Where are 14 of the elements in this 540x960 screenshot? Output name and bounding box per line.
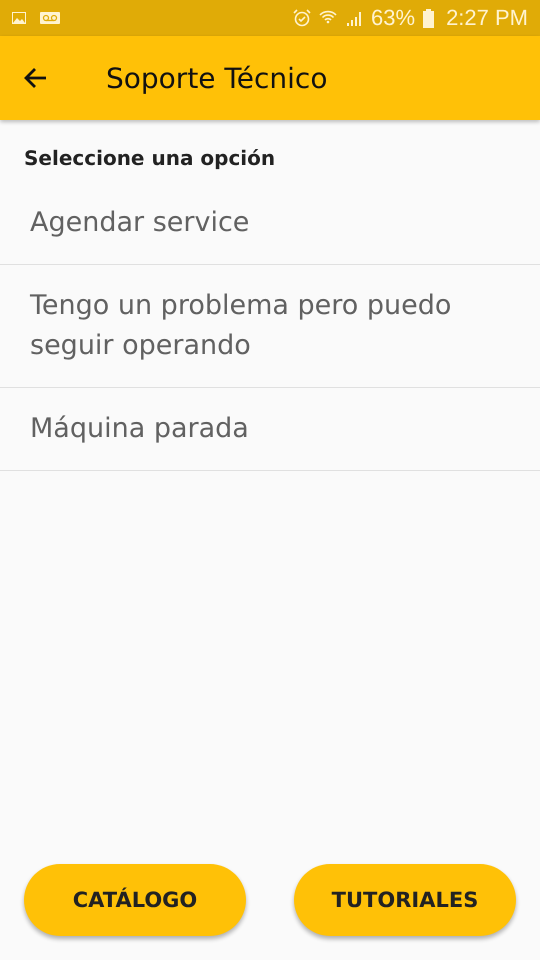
voicemail-icon [40, 12, 60, 24]
screen-title: Soporte Técnico [106, 62, 328, 94]
signal-icon [345, 9, 364, 27]
option-item[interactable]: Agendar service [0, 182, 540, 265]
alarm-icon [293, 9, 312, 27]
action-button[interactable]: CATÁLOGO [24, 864, 246, 936]
action-button[interactable]: TUTORIALES [294, 864, 516, 936]
battery-percent: 63% [371, 5, 416, 31]
option-item[interactable]: Tengo un problema pero puedo seguir operando [0, 265, 540, 388]
image-icon [12, 12, 26, 24]
section-heading: Seleccione una opción [24, 146, 276, 170]
battery-icon [423, 8, 434, 28]
clock-time: 2:27 PM [446, 5, 528, 31]
option-item[interactable]: Máquina parada [0, 388, 540, 471]
